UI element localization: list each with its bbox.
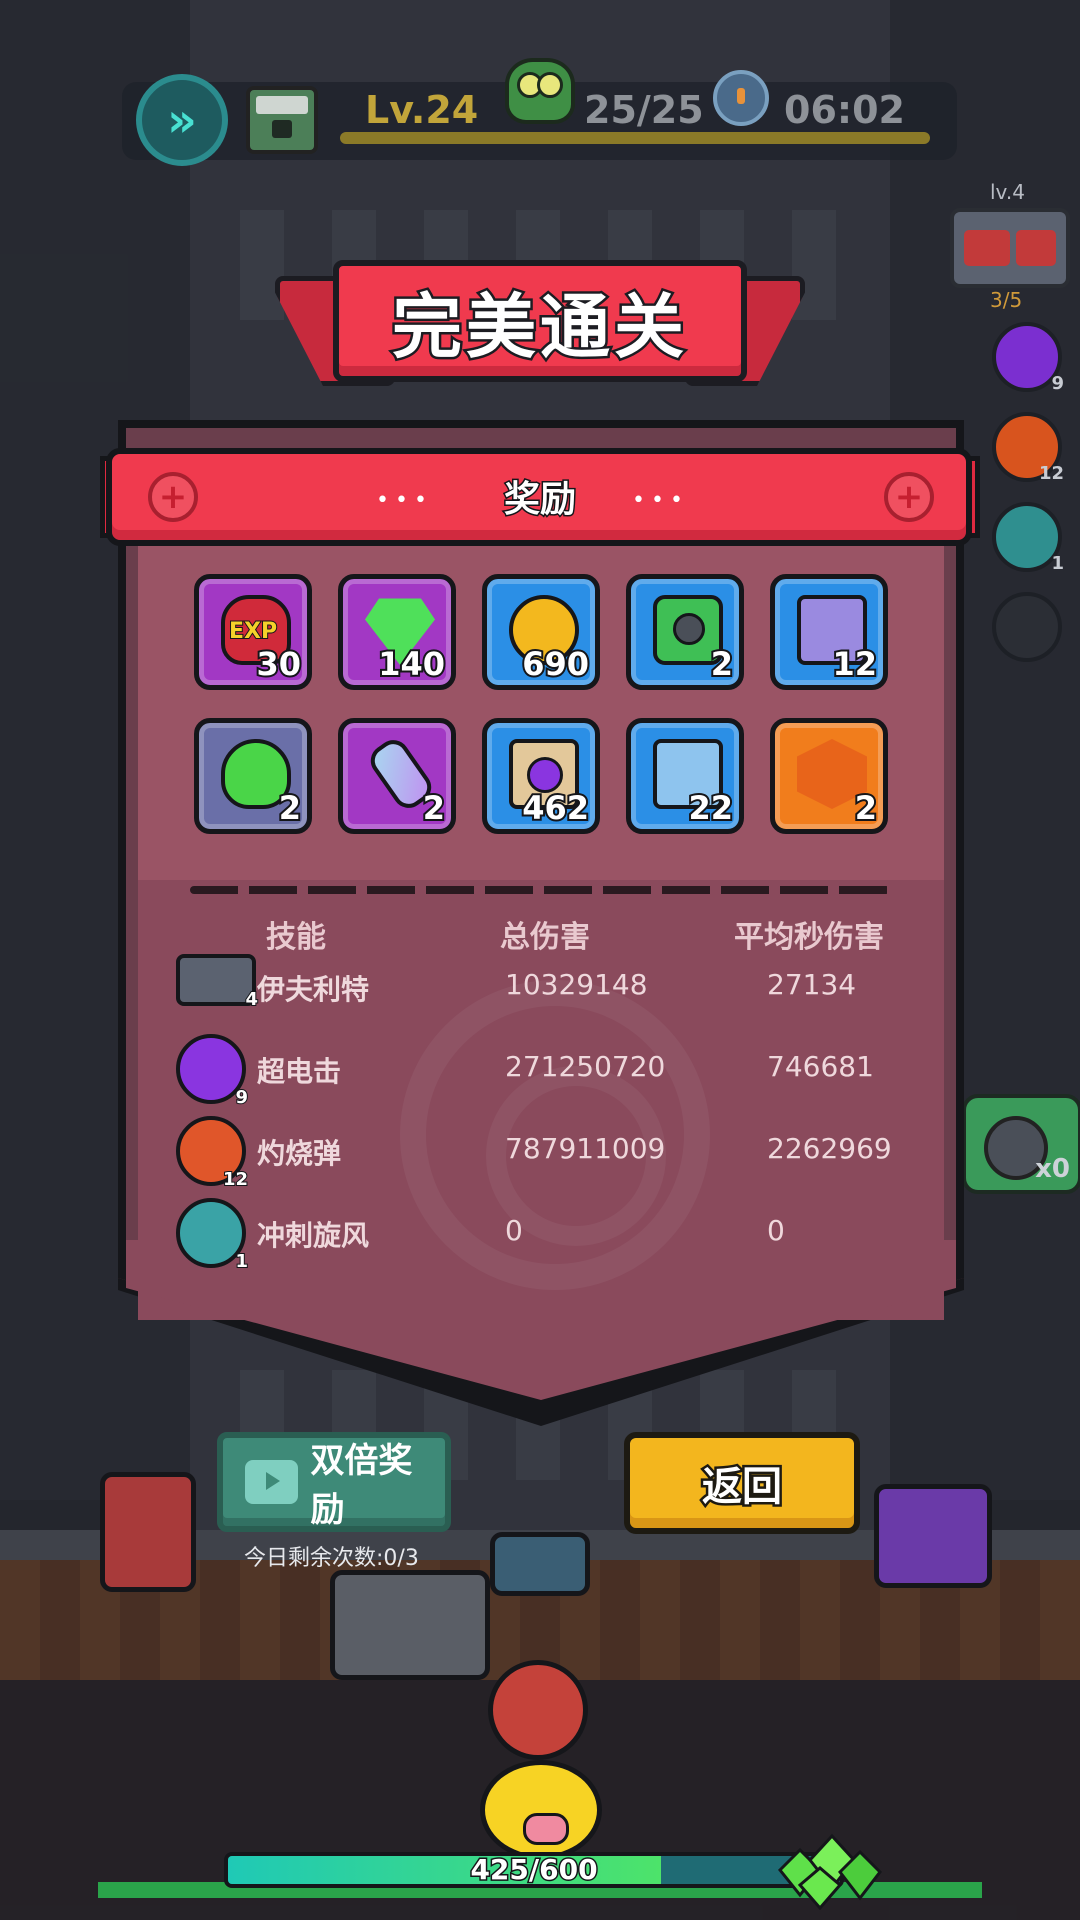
hud-kill-count: 25/25: [584, 88, 704, 132]
back-button[interactable]: 返回: [624, 1432, 860, 1534]
avg-dps: 27134: [767, 968, 857, 1001]
reward-item-soldier[interactable]: 2: [626, 574, 744, 690]
zombie-head-icon: [505, 58, 575, 124]
reward-item-scroll[interactable]: 12: [770, 574, 888, 690]
lightning-orb-icon: 9: [176, 1034, 249, 1109]
reward-qty: 30: [254, 643, 302, 685]
double-reward-label: 双倍奖励: [310, 1441, 413, 1530]
gatling-gun-icon: 4: [176, 954, 259, 1011]
supply-crate-icon: [246, 86, 318, 154]
skill-name: 超电击: [257, 1055, 342, 1088]
reward-qty: 2: [853, 787, 879, 829]
banner-title: 完美通关: [390, 283, 688, 370]
skill-level: 1: [235, 1250, 249, 1273]
total-damage: 787911009: [505, 1132, 666, 1165]
skill-name: 冲刺旋风: [257, 1219, 370, 1252]
base-hp-text: 425/600: [469, 1853, 599, 1886]
hud-timer: 06:02: [784, 88, 905, 132]
wave-progress-bar: [340, 132, 930, 144]
skill-level: 9: [235, 1086, 249, 1109]
turret-left: [100, 1472, 196, 1592]
perfect-clear-banner: 完美通关: [333, 260, 747, 382]
total-damage: 10329148: [505, 968, 648, 1001]
hud-level: Lv.24: [365, 88, 479, 132]
skill-count: 12: [1038, 463, 1064, 484]
plus-bolt-icon: +: [148, 472, 198, 522]
back-label: 返回: [700, 1462, 785, 1513]
dots-decoration: •••: [376, 488, 433, 513]
skill-level: 12: [222, 1168, 249, 1191]
tornado-icon: 1: [176, 1198, 249, 1273]
gem-pile-icon: [777, 1833, 882, 1910]
header-dps: 平均秒伤害: [734, 920, 884, 955]
reward-item-badge[interactable]: 2: [770, 718, 888, 834]
lightning-orb-icon: 9: [992, 322, 1064, 394]
bomb-count: x0: [1035, 1154, 1070, 1184]
weapon-level: lv.4: [990, 180, 1025, 204]
reward-qty: 12: [830, 643, 878, 685]
reward-item-lightning-scroll[interactable]: 462: [482, 718, 600, 834]
base-hp-bar: 425/600: [224, 1852, 844, 1888]
turret-right: [874, 1484, 992, 1588]
dots-decoration: •••: [632, 488, 689, 513]
plus-bolt-icon: +: [884, 472, 934, 522]
fire-bullet-icon: 12: [992, 412, 1064, 484]
header-total-damage: 总伤害: [500, 920, 590, 955]
weapon-count: 3/5: [990, 288, 1023, 312]
skill-name: 灼烧弹: [257, 1137, 342, 1170]
reward-qty: 140: [376, 643, 447, 685]
reward-item-gem[interactable]: 140: [338, 574, 456, 690]
reward-qty: 2: [277, 787, 303, 829]
skill-count: 1: [1051, 553, 1064, 574]
avg-dps: 2262969: [767, 1132, 892, 1165]
total-damage: 271250720: [505, 1050, 666, 1083]
reward-qty: 462: [520, 787, 591, 829]
gatling-gun-icon: [950, 208, 1070, 288]
reward-item-slime[interactable]: 2: [194, 718, 312, 834]
supply-chest: [490, 1532, 590, 1596]
double-reward-button[interactable]: 双倍奖励: [217, 1432, 451, 1532]
fast-forward-icon[interactable]: »: [136, 74, 228, 166]
nuke-bomb-icon[interactable]: x0: [962, 1094, 1080, 1194]
reward-item-capsule[interactable]: 2: [338, 718, 456, 834]
tornado-icon: 1: [992, 502, 1064, 574]
skill-count: 9: [1051, 373, 1064, 394]
avg-dps: 0: [767, 1214, 785, 1247]
tv-ad-icon: [245, 1460, 299, 1504]
header-skill: 技能: [266, 920, 326, 955]
hero-character: [488, 1660, 588, 1760]
reward-qty: 2: [709, 643, 735, 685]
reward-item-blueprint[interactable]: 22: [626, 718, 744, 834]
reward-qty: 2: [421, 787, 447, 829]
remaining-attempts: 今日剩余次数:0/3: [244, 1546, 419, 1571]
avg-dps: 746681: [767, 1050, 874, 1083]
piggy-bank-icon[interactable]: [480, 1760, 602, 1860]
skill-name: 伊夫利特: [257, 973, 370, 1006]
gate-block: [330, 1570, 490, 1680]
reward-item-exp[interactable]: EXP 30: [194, 574, 312, 690]
rewards-title: 奖励: [502, 478, 577, 522]
reward-qty: 690: [520, 643, 591, 685]
total-damage: 0: [505, 1214, 523, 1247]
divider-dashes: [190, 886, 890, 894]
stopwatch-icon: [713, 70, 769, 126]
empty-slot-icon: [992, 592, 1062, 662]
fire-bullet-icon: 12: [176, 1116, 249, 1191]
reward-item-coin[interactable]: 690: [482, 574, 600, 690]
reward-qty: 22: [686, 787, 734, 829]
